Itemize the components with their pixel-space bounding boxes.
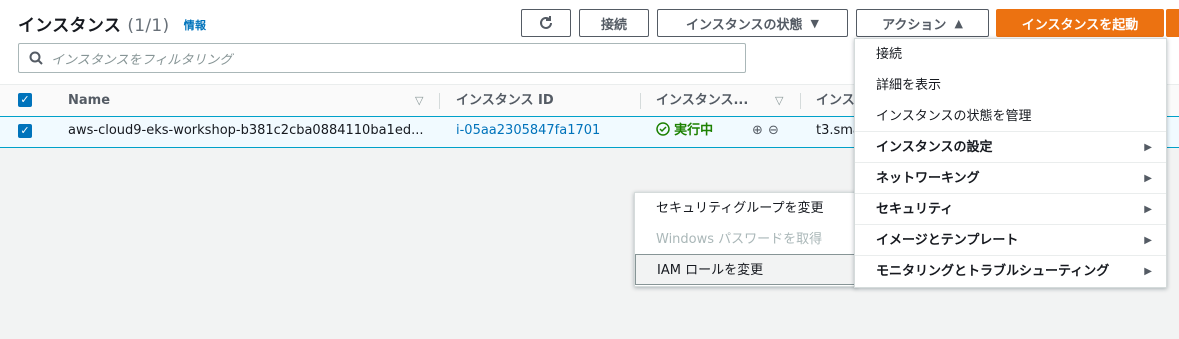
info-link[interactable]: 情報 (184, 19, 207, 32)
column-instance-state[interactable]: インスタンス... (656, 85, 748, 117)
menu-group-images-templates[interactable]: イメージとテンプレート ▶ (855, 224, 1166, 255)
menu-group-networking[interactable]: ネットワーキング ▶ (855, 162, 1166, 193)
submenu-arrow-icon: ▶ (1144, 266, 1152, 277)
menu-group-instance-settings[interactable]: インスタンスの設定 ▶ (855, 131, 1166, 162)
search-placeholder: インスタンスをフィルタリング (51, 52, 233, 68)
check-circle-icon (656, 122, 670, 136)
column-instance-type[interactable]: インス (816, 85, 855, 117)
page-title: インスタンス (1/1) 情報 (18, 11, 206, 36)
menu-item-change-security-groups[interactable]: セキュリティグループを変更 (635, 193, 856, 224)
column-name[interactable]: Name (68, 85, 110, 117)
launch-instance-button[interactable]: インスタンスを起動 (996, 9, 1164, 37)
connect-label: 接続 (600, 17, 627, 33)
menu-group-security[interactable]: セキュリティ ▶ (855, 193, 1166, 224)
menu-item-modify-iam-role[interactable]: IAM ロールを変更 (635, 254, 856, 285)
menu-item-connect[interactable]: 接続 (855, 39, 1166, 70)
instance-count: (1/1) (127, 16, 170, 36)
column-divider (439, 93, 440, 109)
column-divider (640, 93, 641, 109)
submenu-arrow-icon: ▶ (1144, 235, 1152, 246)
menu-item-view-details[interactable]: 詳細を表示 (855, 70, 1166, 101)
menu-group-label: モニタリングとトラブルシューティング (876, 264, 1110, 279)
title-text: インスタンス (18, 16, 122, 36)
submenu-arrow-icon: ▶ (1144, 204, 1152, 215)
actions-label: アクション (882, 17, 947, 33)
column-divider (800, 93, 801, 109)
submenu-arrow-icon: ▶ (1144, 142, 1152, 153)
zoom-in-icon[interactable]: ⊕ (752, 117, 763, 145)
instance-state-label: インスタンスの状態 (686, 17, 803, 33)
menu-group-monitoring[interactable]: モニタリングとトラブルシューティング ▶ (855, 255, 1166, 286)
caret-down-icon: ▼ (810, 16, 819, 30)
launch-dropdown-button[interactable] (1166, 9, 1179, 37)
submenu-arrow-icon: ▶ (1144, 173, 1152, 184)
sort-icon[interactable]: ▽ (775, 85, 783, 117)
select-all-checkbox[interactable]: ✓ (18, 93, 32, 107)
column-instance-id[interactable]: インスタンス ID (456, 85, 554, 117)
zoom-out-icon[interactable]: ⊖ (768, 117, 779, 145)
connect-button[interactable]: 接続 (579, 9, 649, 37)
refresh-button[interactable] (521, 9, 571, 37)
instance-name: aws-cloud9-eks-workshop-b381c2cba0884110… (68, 123, 424, 138)
status-badge: 実行中 (656, 117, 713, 145)
search-input[interactable]: インスタンスをフィルタリング (18, 43, 746, 73)
status-text: 実行中 (674, 123, 714, 138)
menu-item-manage-instance-state[interactable]: インスタンスの状態を管理 (855, 101, 1166, 132)
instance-id-link[interactable]: i-05aa2305847fa1701 (456, 117, 600, 145)
security-submenu: セキュリティグループを変更 Windows パスワードを取得 IAM ロールを変… (634, 192, 857, 287)
row-checkbox[interactable]: ✓ (18, 124, 32, 138)
menu-group-label: インスタンスの設定 (876, 140, 993, 155)
menu-item-get-windows-password: Windows パスワードを取得 (656, 232, 823, 247)
launch-label: インスタンスを起動 (1021, 17, 1139, 33)
menu-group-label: セキュリティ (876, 202, 954, 217)
refresh-icon (540, 16, 552, 29)
caret-up-icon: ▲ (954, 16, 963, 30)
actions-button[interactable]: アクション ▲ (856, 9, 989, 37)
menu-group-label: ネットワーキング (876, 171, 980, 186)
sort-icon[interactable]: ▽ (415, 85, 423, 117)
actions-dropdown-menu: 接続 詳細を表示 インスタンスの状態を管理 インスタンスの設定 ▶ ネットワーキ… (854, 38, 1167, 288)
instance-state-button[interactable]: インスタンスの状態 ▼ (657, 9, 848, 37)
search-icon (29, 51, 43, 65)
menu-group-label: イメージとテンプレート (876, 233, 1019, 248)
